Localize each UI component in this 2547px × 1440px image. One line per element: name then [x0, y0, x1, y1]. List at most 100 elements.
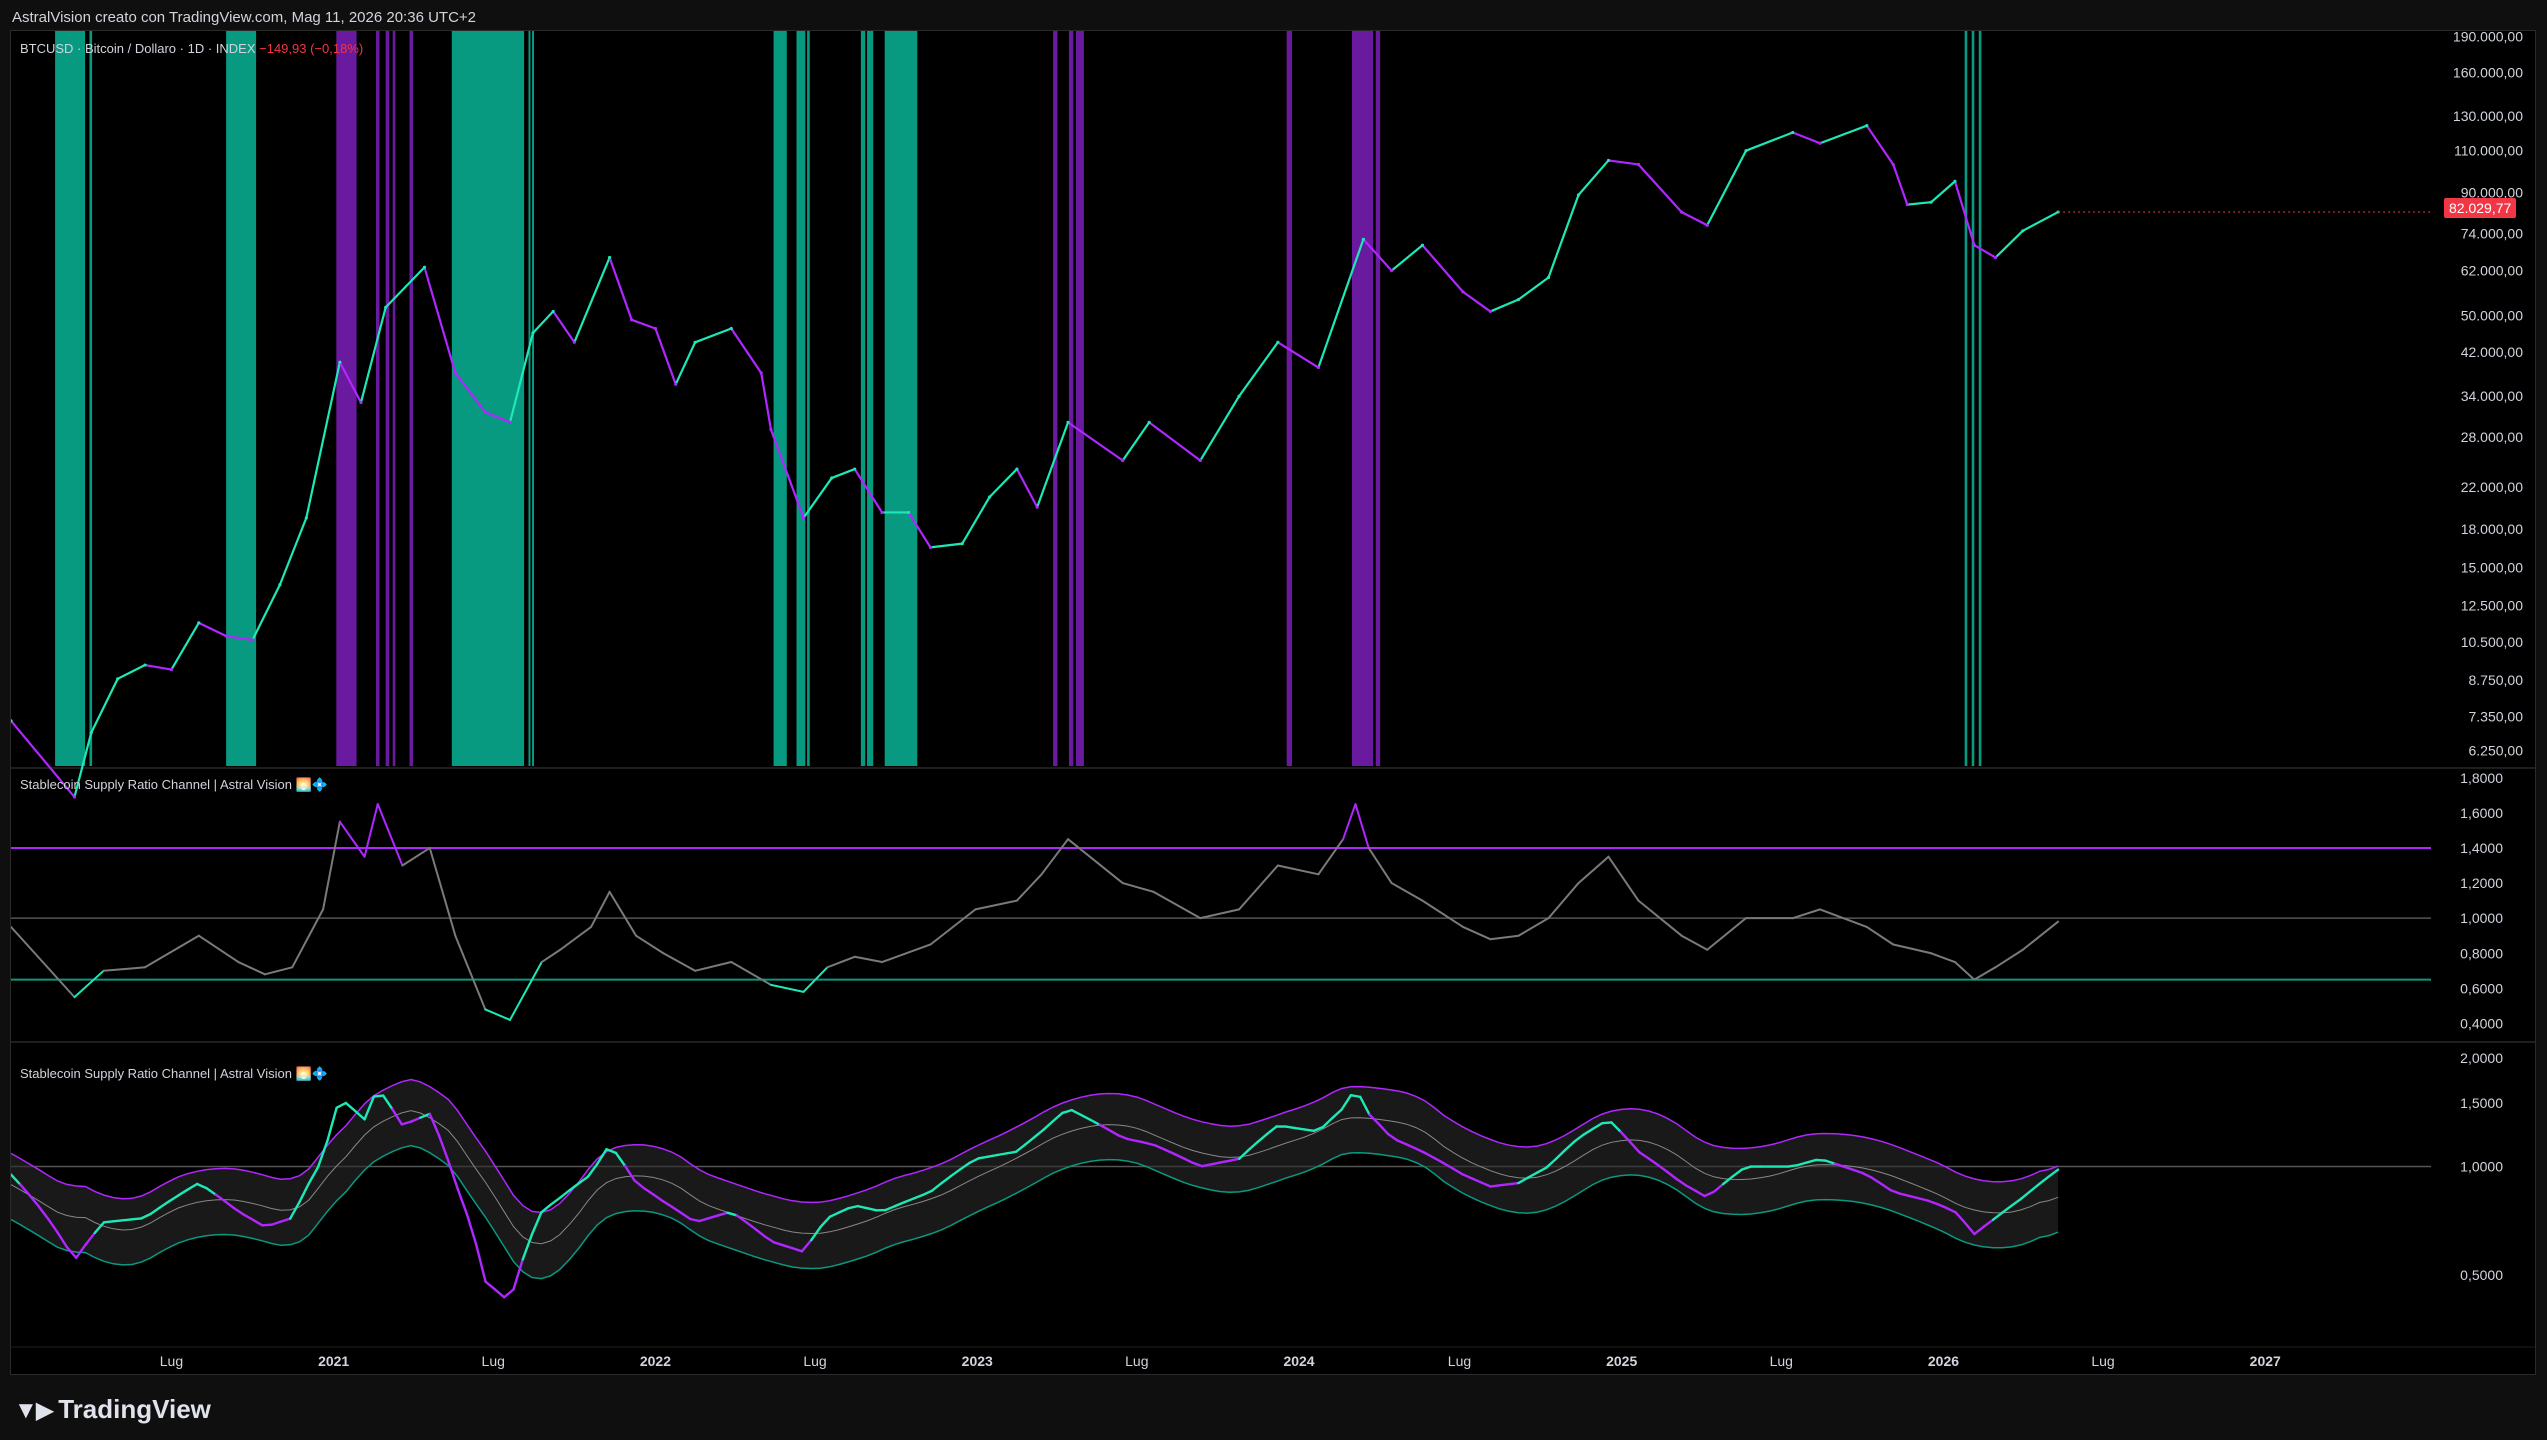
price-point [608, 255, 612, 260]
price-point [1035, 505, 1039, 509]
price-segment [1706, 149, 1748, 227]
price-point [1606, 158, 1611, 163]
price-point [1705, 223, 1709, 227]
price-point [1121, 458, 1125, 463]
price-point [1953, 179, 1957, 183]
band-ratio-segment [1600, 1121, 1613, 1125]
price-point [1198, 458, 1202, 463]
band-axis-tick-label: 2,0000 [2460, 1050, 2503, 1066]
price-point [630, 318, 634, 322]
ratio-segment [1547, 882, 1580, 920]
band-ratio-segment [130, 1217, 143, 1221]
time-axis-tick-label: Lug [482, 1353, 505, 1369]
price-segment [197, 621, 228, 638]
price-point [551, 309, 555, 314]
band-ratio-segment [475, 1243, 487, 1283]
price-segment [1744, 131, 1794, 152]
price-segment [1148, 421, 1202, 462]
price-point [1461, 290, 1465, 294]
time-axis-tick-label: Lug [1125, 1353, 1148, 1369]
price-segment [1036, 421, 1070, 509]
ratio-pane-legend[interactable]: Stablecoin Supply Ratio Channel | Astral… [20, 777, 328, 793]
bear-signal-zone [336, 31, 357, 766]
ratio-segment [1067, 838, 1124, 885]
time-axis-tick-label: 2025 [1606, 1353, 1637, 1369]
ratio-segment [508, 961, 543, 1021]
price-point [1066, 420, 1070, 424]
bull-signal-zone [55, 31, 86, 766]
price-segment [1906, 201, 1933, 206]
price-point [729, 326, 733, 331]
price-point [1316, 365, 1321, 370]
band-axis-tick-label: 0,5000 [2460, 1267, 2503, 1283]
ratio-segment [1015, 873, 1043, 902]
bull-signal-zone [451, 31, 525, 766]
price-segment [552, 310, 576, 344]
ratio-segment [263, 966, 294, 976]
band-ratio-segment [1284, 1125, 1297, 1130]
ratio-axis-tick-label: 0,8000 [2460, 945, 2503, 961]
band-axis-tick-label: 1,5000 [2460, 1095, 2503, 1111]
price-point [278, 583, 282, 587]
price-axis-tick-label: 110.000,00 [2454, 143, 2523, 159]
credit-text: AstralVision creato con TradingView.com,… [12, 9, 477, 26]
band-pane-legend[interactable]: Stablecoin Supply Ratio Channel | Astral… [20, 1066, 328, 1082]
price-point [1905, 203, 1909, 207]
ratio-segment [237, 961, 266, 976]
band-ratio-segment [996, 1152, 1008, 1157]
price-point [653, 326, 658, 331]
price-axis-tick-label: 62.000,00 [2461, 263, 2523, 279]
price-segment [305, 361, 341, 519]
ratio-segment [197, 934, 240, 964]
ratio-segment [694, 961, 733, 972]
ratio-axis-tick-label: 1,6000 [2460, 805, 2503, 821]
time-axis-tick-label: Lug [1770, 1353, 1793, 1369]
price-segment [1892, 163, 1909, 206]
band-ratio-segment [1498, 1183, 1511, 1187]
price-segment [674, 341, 697, 386]
price-point [453, 371, 457, 375]
ratio-segment [484, 1008, 511, 1021]
band-ratio-segment [102, 1220, 115, 1224]
price-segment [1680, 211, 1709, 227]
price-point [531, 331, 535, 335]
ratio-segment [1892, 943, 1933, 955]
bull-signal-zone [1978, 31, 1982, 766]
tradingview-brand[interactable]: ▼▶ TradingView [14, 1394, 211, 1425]
bull-signal-zone [1964, 31, 1968, 766]
price-point [197, 621, 201, 625]
price-axis-tick-label: 15.000,00 [2461, 559, 2523, 575]
ratio-segment [590, 890, 611, 928]
price-segment [929, 542, 964, 549]
price-point [1972, 243, 1976, 247]
ratio-segment [853, 955, 884, 964]
bear-signal-zone [409, 31, 414, 766]
ratio-segment [11, 925, 76, 999]
band-ratio-segment [502, 1288, 515, 1299]
price-pane-legend[interactable]: BTCUSD · Bitcoin / Dollaro · 1D · INDEX … [20, 41, 363, 56]
price-point [1147, 420, 1151, 424]
bear-signal-zone [1286, 31, 1292, 766]
time-axis-tick-label: 2021 [318, 1353, 349, 1369]
chart-frame[interactable]: 190.000,00 160.000,00 130.000,00 110.000,00… [10, 30, 2536, 1375]
price-point [483, 410, 487, 414]
ratio-segment [1462, 925, 1492, 941]
ratio-segment [769, 983, 805, 993]
ratio-segment [1607, 855, 1640, 902]
price-point [674, 382, 678, 386]
band-ratio-segment [112, 1219, 124, 1223]
price-point [1546, 275, 1551, 280]
chart-canvas[interactable]: 190.000,00 160.000,00 130.000,00 110.000,00… [11, 31, 2535, 1374]
price-segment [1607, 159, 1640, 166]
price-point [224, 634, 228, 638]
ratio-segment [1354, 803, 1370, 849]
ratio-segment [1121, 882, 1155, 893]
band-ratio-segment [493, 1288, 506, 1299]
time-axis-tick-label: Lug [2091, 1353, 2114, 1369]
ratio-axis-tick-label: 0,6000 [2460, 980, 2503, 996]
price-segment [384, 266, 426, 309]
ratio-segment [662, 952, 697, 972]
ratio-segment [1421, 899, 1464, 928]
price-segment [1865, 124, 1895, 166]
price-point [359, 400, 363, 405]
